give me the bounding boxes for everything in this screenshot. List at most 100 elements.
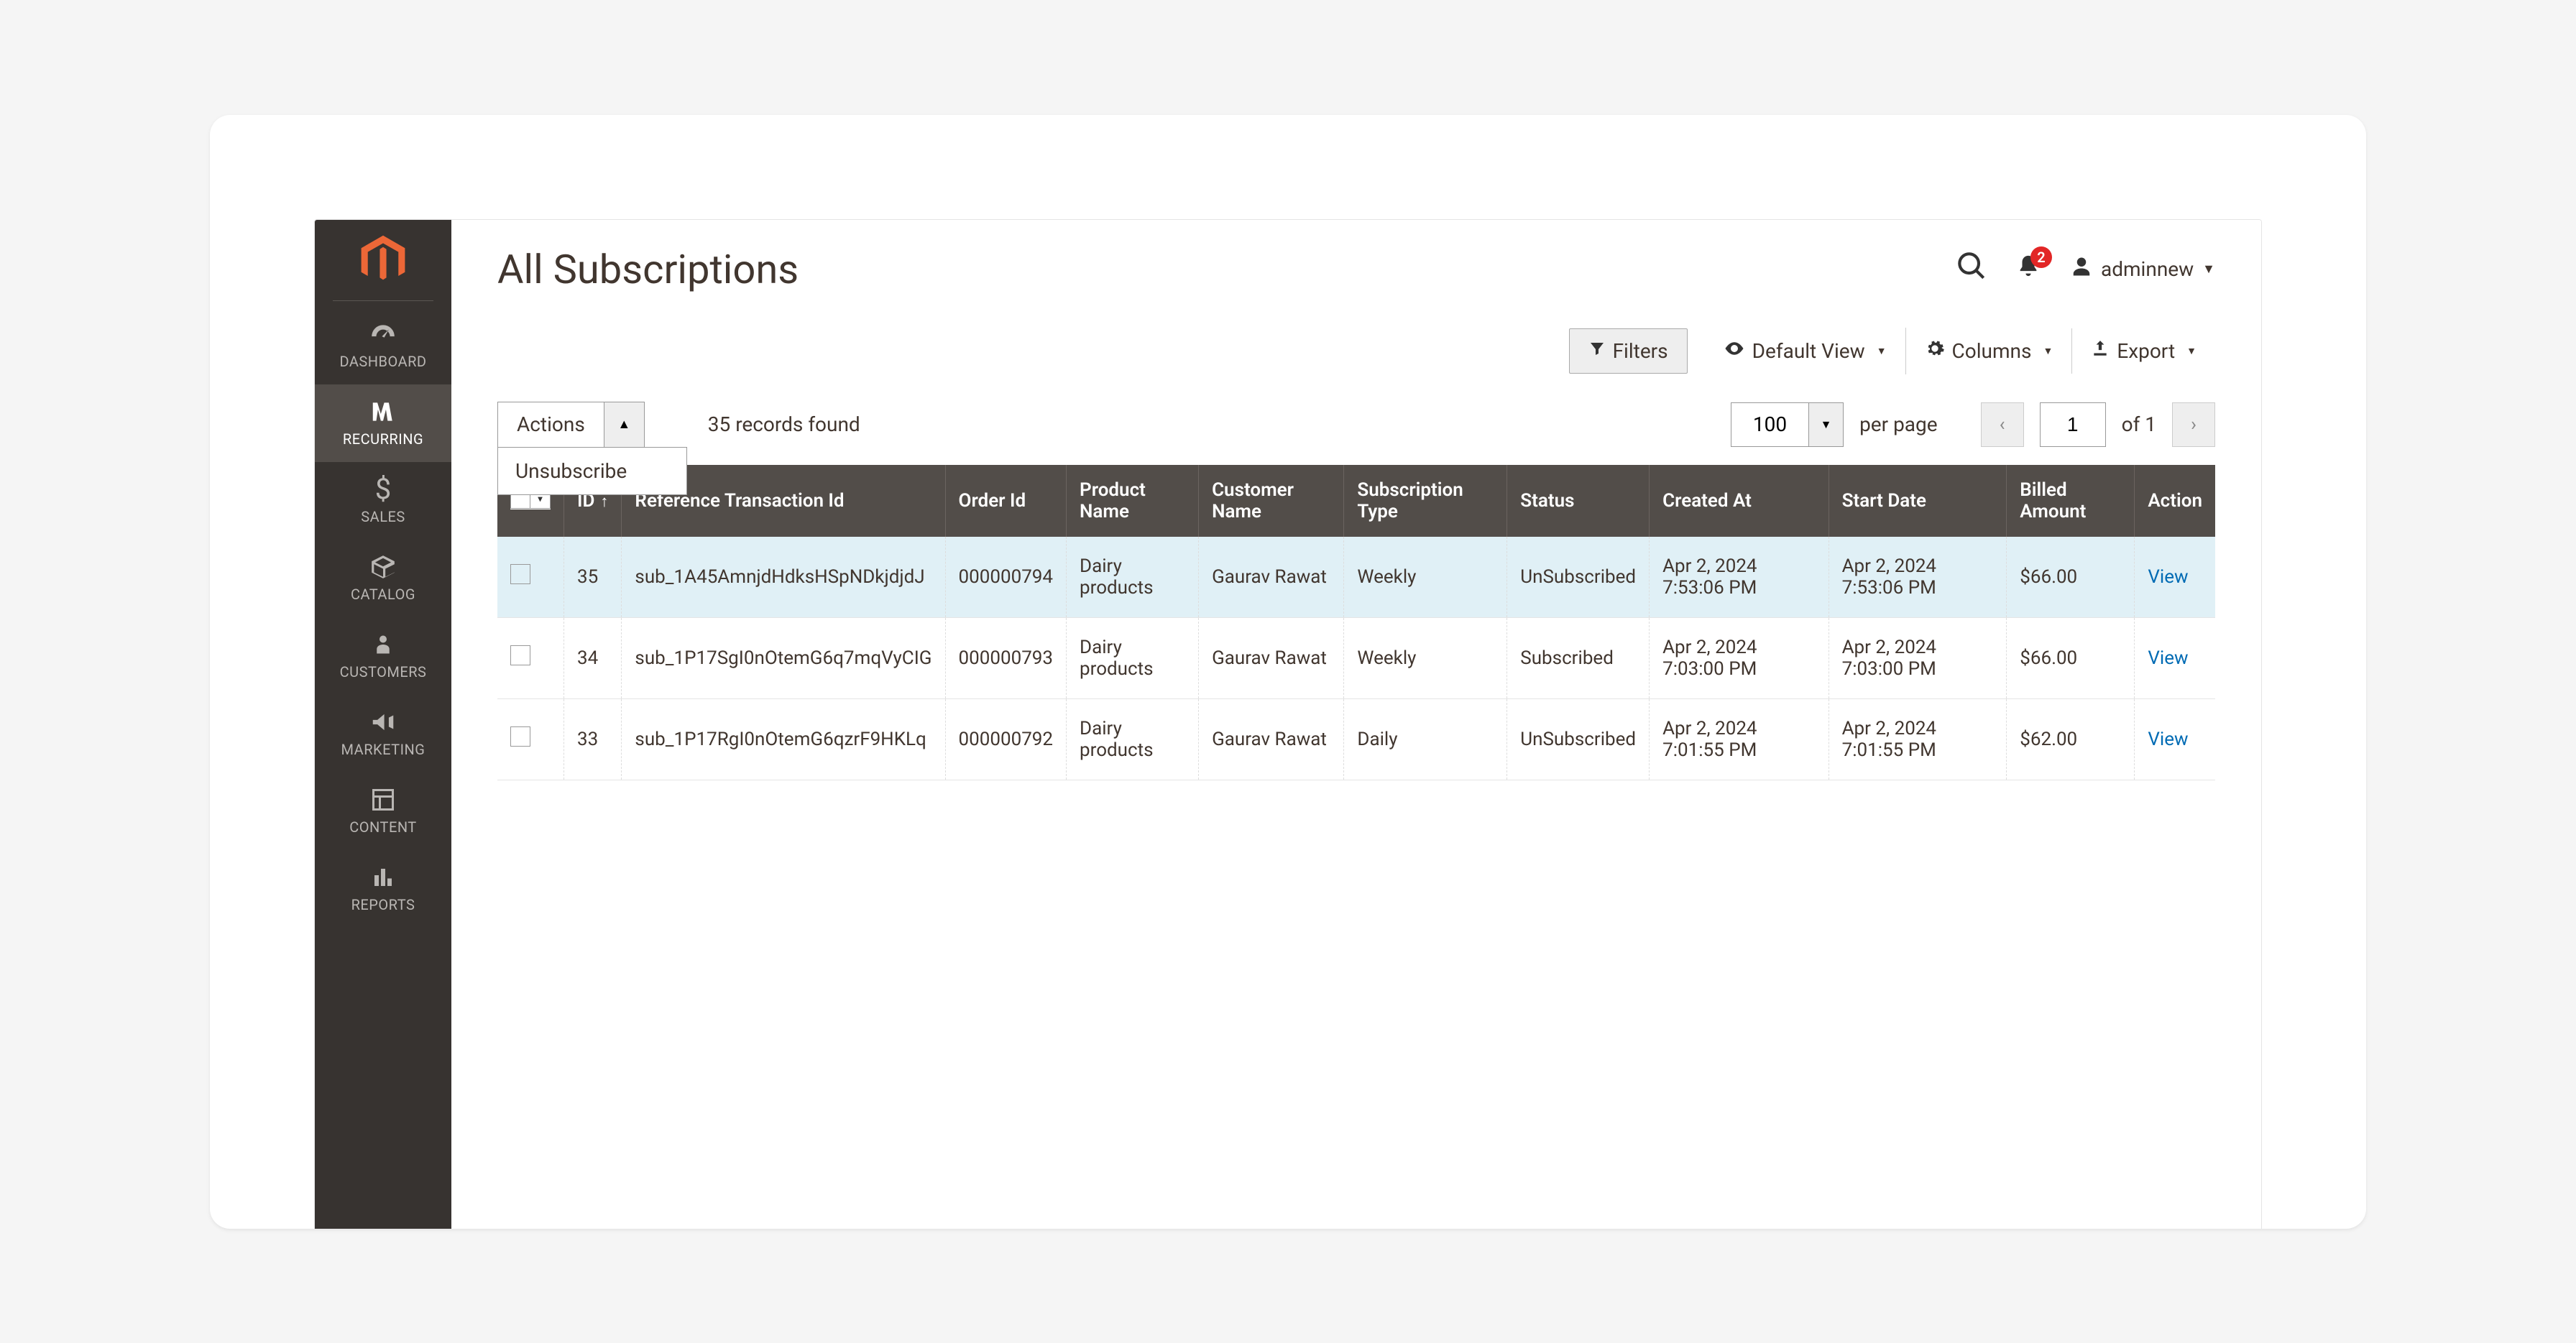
actions-menu-item-unsubscribe[interactable]: Unsubscribe bbox=[498, 448, 686, 494]
page-input[interactable] bbox=[2040, 402, 2106, 447]
col-subscription-type[interactable]: Subscription Type bbox=[1344, 465, 1507, 537]
user-name: adminnew bbox=[2101, 257, 2194, 281]
gear-icon bbox=[1925, 338, 1945, 364]
view-link[interactable]: View bbox=[2148, 729, 2188, 750]
cell-start: Apr 2, 2024 7:03:00 PM bbox=[1828, 617, 2007, 698]
chevron-left-icon: ‹ bbox=[2000, 414, 2005, 435]
cell-subtype: Daily bbox=[1344, 698, 1507, 780]
subscriptions-table: ▾ ID Reference Transaction Id Order Id P… bbox=[497, 465, 2215, 780]
filters-button[interactable]: Filters bbox=[1569, 328, 1688, 374]
sidebar-item-marketing[interactable]: MARKETING bbox=[315, 695, 451, 772]
sidebar-item-label: RECURRING bbox=[343, 430, 423, 448]
cell-ref: sub_1A45AmnjdHdksHSpNDkjdjdJ bbox=[622, 537, 945, 618]
person-icon bbox=[372, 630, 394, 659]
sidebar-item-recurring[interactable]: RECURRING bbox=[315, 384, 451, 462]
main-content: All Subscriptions 2 bbox=[451, 220, 2261, 1229]
col-status[interactable]: Status bbox=[1507, 465, 1650, 537]
cell-created: Apr 2, 2024 7:01:55 PM bbox=[1650, 698, 1829, 780]
cell-amount: $66.00 bbox=[2007, 617, 2135, 698]
cell-order: 000000794 bbox=[945, 537, 1067, 618]
box-icon bbox=[369, 553, 397, 581]
per-page-label: per page bbox=[1859, 412, 1938, 436]
chevron-down-icon: ▼ bbox=[1877, 345, 1887, 357]
cell-id: 35 bbox=[564, 537, 622, 618]
cell-subtype: Weekly bbox=[1344, 617, 1507, 698]
columns-button[interactable]: Columns ▼ bbox=[1906, 328, 2073, 374]
view-link[interactable]: View bbox=[2148, 566, 2188, 588]
sidebar-item-label: SALES bbox=[361, 508, 405, 525]
sidebar-divider bbox=[333, 300, 433, 301]
table-row[interactable]: 33 sub_1P17RgI0nOtemG6qzrF9HKLq 00000079… bbox=[497, 698, 2215, 780]
filters-label: Filters bbox=[1613, 339, 1668, 363]
cell-customer: Gaurav Rawat bbox=[1199, 537, 1344, 618]
viewport-card: DASHBOARD RECURRING $ SALES CATALOG bbox=[210, 115, 2366, 1229]
magento-logo-icon[interactable] bbox=[356, 233, 410, 287]
actions-label: Actions bbox=[498, 412, 604, 436]
search-icon[interactable] bbox=[1957, 251, 1986, 287]
actions-menu: Unsubscribe bbox=[497, 447, 687, 495]
cell-ref: sub_1P17SgI0nOtemG6q7mqVyCIG bbox=[622, 617, 945, 698]
view-link[interactable]: View bbox=[2148, 647, 2188, 669]
export-label: Export bbox=[2117, 339, 2175, 363]
sidebar-item-label: MARKETING bbox=[341, 741, 426, 758]
upload-icon bbox=[2091, 339, 2110, 363]
table-row[interactable]: 35 sub_1A45AmnjdHdksHSpNDkjdjdJ 00000079… bbox=[497, 537, 2215, 618]
cell-created: Apr 2, 2024 7:03:00 PM bbox=[1650, 617, 1829, 698]
chevron-down-icon: ▼ bbox=[2202, 262, 2215, 277]
cell-order: 000000793 bbox=[945, 617, 1067, 698]
per-page-value: 100 bbox=[1731, 412, 1808, 436]
cell-ref: sub_1P17RgI0nOtemG6qzrF9HKLq bbox=[622, 698, 945, 780]
sidebar-item-dashboard[interactable]: DASHBOARD bbox=[315, 307, 451, 384]
prev-page-button[interactable]: ‹ bbox=[1981, 402, 2024, 447]
cell-start: Apr 2, 2024 7:01:55 PM bbox=[1828, 698, 2007, 780]
col-product-name[interactable]: Product Name bbox=[1067, 465, 1199, 537]
megaphone-icon bbox=[369, 708, 397, 737]
cell-created: Apr 2, 2024 7:53:06 PM bbox=[1650, 537, 1829, 618]
sidebar-item-content[interactable]: CONTENT bbox=[315, 772, 451, 850]
records-found: 35 records found bbox=[708, 412, 860, 436]
col-start-date[interactable]: Start Date bbox=[1828, 465, 2007, 537]
actions-button[interactable]: Actions ▲ bbox=[497, 402, 645, 448]
user-menu[interactable]: adminnew ▼ bbox=[2071, 256, 2215, 283]
row-checkbox[interactable] bbox=[510, 564, 530, 584]
export-button[interactable]: Export ▼ bbox=[2072, 329, 2215, 373]
col-created-at[interactable]: Created At bbox=[1650, 465, 1829, 537]
default-view-button[interactable]: Default View ▼ bbox=[1705, 328, 1906, 374]
gauge-icon bbox=[369, 320, 397, 349]
cell-amount: $66.00 bbox=[2007, 537, 2135, 618]
per-page-select[interactable]: 100 ▼ bbox=[1731, 402, 1844, 447]
cell-start: Apr 2, 2024 7:53:06 PM bbox=[1828, 537, 2007, 618]
cell-customer: Gaurav Rawat bbox=[1199, 698, 1344, 780]
actions-dropdown[interactable]: Actions ▲ Unsubscribe bbox=[497, 402, 645, 448]
notifications-button[interactable]: 2 bbox=[2016, 254, 2041, 285]
col-order-id[interactable]: Order Id bbox=[945, 465, 1067, 537]
sidebar-item-label: CUSTOMERS bbox=[340, 663, 427, 680]
col-billed-amount[interactable]: Billed Amount bbox=[2007, 465, 2135, 537]
row-checkbox[interactable] bbox=[510, 726, 530, 747]
notifications-badge: 2 bbox=[2030, 246, 2052, 268]
sidebar-item-label: DASHBOARD bbox=[339, 353, 426, 370]
cell-product: Dairy products bbox=[1067, 617, 1199, 698]
funnel-icon bbox=[1588, 340, 1606, 362]
header-row: All Subscriptions 2 bbox=[497, 246, 2215, 293]
sidebar-item-catalog[interactable]: CATALOG bbox=[315, 540, 451, 617]
sidebar: DASHBOARD RECURRING $ SALES CATALOG bbox=[315, 220, 451, 1229]
table-row[interactable]: 34 sub_1P17SgI0nOtemG6q7mqVyCIG 00000079… bbox=[497, 617, 2215, 698]
col-action[interactable]: Action bbox=[2135, 465, 2215, 537]
sidebar-item-customers[interactable]: CUSTOMERS bbox=[315, 617, 451, 695]
dollar-icon: $ bbox=[375, 475, 391, 504]
sidebar-item-label: REPORTS bbox=[351, 896, 415, 913]
row-checkbox[interactable] bbox=[510, 645, 530, 665]
cell-status: UnSubscribed bbox=[1507, 698, 1650, 780]
sidebar-item-label: CATALOG bbox=[351, 586, 415, 603]
chevron-down-icon: ▼ bbox=[1808, 403, 1843, 446]
chevron-down-icon: ▼ bbox=[2186, 345, 2196, 357]
sidebar-item-sales[interactable]: $ SALES bbox=[315, 462, 451, 540]
col-customer-name[interactable]: Customer Name bbox=[1199, 465, 1344, 537]
next-page-button[interactable]: › bbox=[2172, 402, 2215, 447]
eye-icon bbox=[1724, 338, 1745, 364]
cell-product: Dairy products bbox=[1067, 537, 1199, 618]
recurring-icon bbox=[369, 397, 397, 426]
sidebar-item-reports[interactable]: REPORTS bbox=[315, 850, 451, 928]
cell-product: Dairy products bbox=[1067, 698, 1199, 780]
